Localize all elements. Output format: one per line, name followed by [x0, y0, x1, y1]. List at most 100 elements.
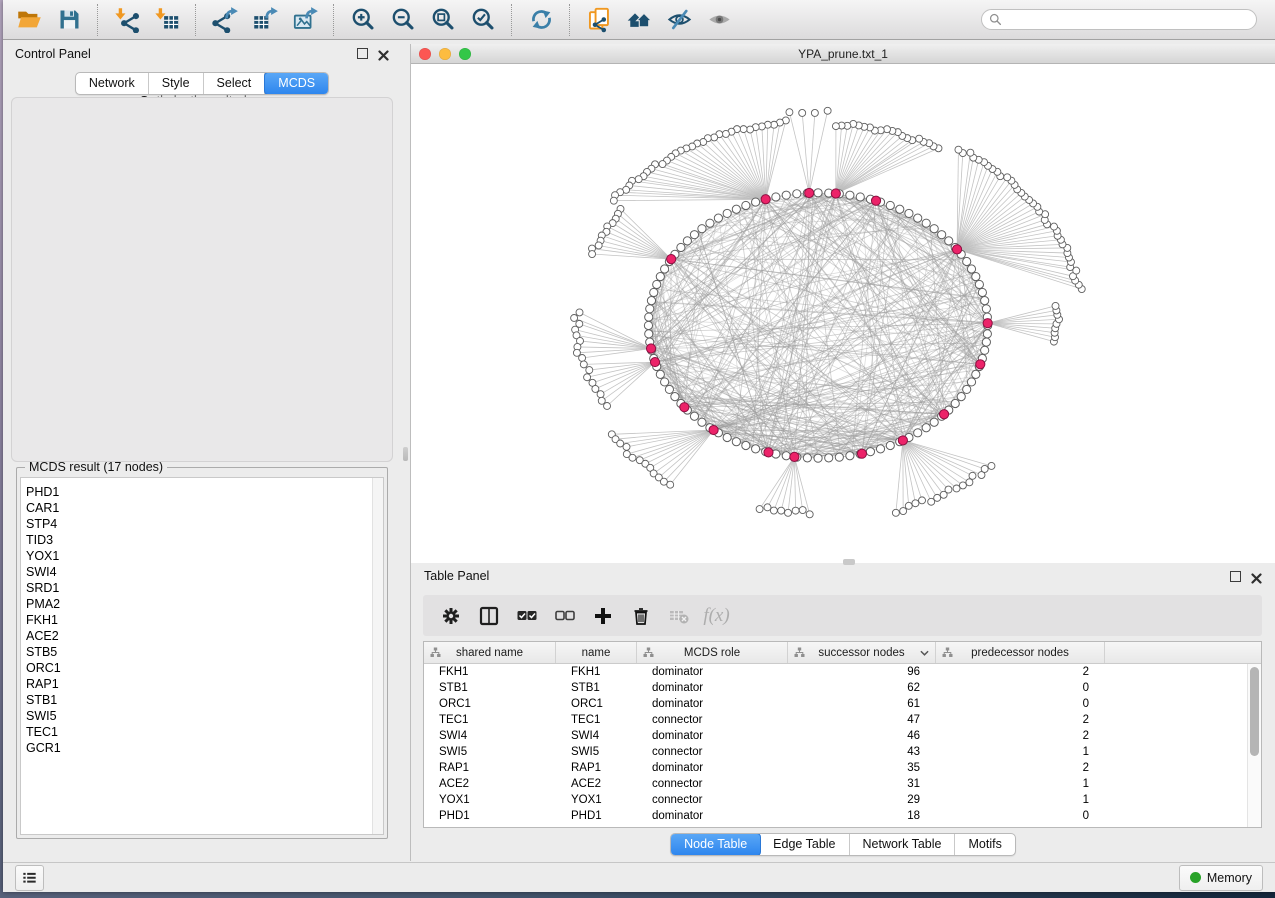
settings-gear-button[interactable] — [435, 600, 466, 631]
mcds-result-node[interactable]: TEC1 — [21, 724, 383, 740]
save-session-icon — [56, 6, 83, 33]
import-network-button[interactable] — [107, 3, 147, 37]
table-row[interactable]: PHD1PHD1dominator180 — [424, 808, 1261, 824]
zoom-out-icon — [390, 6, 417, 33]
memory-button[interactable]: Memory — [1179, 865, 1263, 891]
mcds-result-node[interactable]: ACE2 — [21, 628, 383, 644]
cell-name: FKH1 — [556, 666, 637, 678]
cell-predecessor-nodes: 0 — [936, 810, 1105, 822]
mcds-result-node[interactable]: STB5 — [21, 644, 383, 660]
show-all-networks-button[interactable] — [619, 3, 659, 37]
mcds-result-node[interactable]: YOX1 — [21, 548, 383, 564]
zoom-out-button[interactable] — [383, 3, 423, 37]
deselect-all-rows-button[interactable] — [549, 600, 580, 631]
network-document-button[interactable] — [579, 3, 619, 37]
tab-edge-table[interactable]: Edge Table — [760, 834, 849, 855]
cell-predecessor-nodes: 0 — [936, 698, 1105, 710]
export-image-button[interactable] — [285, 3, 325, 37]
tab-network[interactable]: Network — [76, 73, 149, 94]
zoom-selected-button[interactable] — [463, 3, 503, 37]
mcds-result-node[interactable]: SRD1 — [21, 580, 383, 596]
mcds-result-node[interactable]: RAP1 — [21, 676, 383, 692]
mcds-result-node[interactable]: FKH1 — [21, 612, 383, 628]
network-graph[interactable] — [411, 64, 1275, 563]
delete-column-button[interactable] — [625, 600, 656, 631]
add-column-icon — [592, 605, 614, 627]
shared-column-icon — [430, 647, 441, 658]
close-table-panel-icon[interactable] — [1251, 571, 1262, 582]
mcds-result-node[interactable]: GCR1 — [21, 740, 383, 756]
cell-successor-nodes: 35 — [788, 762, 936, 774]
table-scrollbar[interactable] — [1247, 664, 1261, 827]
shared-column-icon — [643, 647, 654, 658]
zoom-fit-button[interactable] — [423, 3, 463, 37]
column-header-predecessor-nodes[interactable]: predecessor nodes — [936, 642, 1105, 663]
table-row[interactable]: FKH1FKH1dominator962 — [424, 664, 1261, 680]
table-row[interactable]: YOX1YOX1connector291 — [424, 792, 1261, 808]
mcds-result-node[interactable]: PMA2 — [21, 596, 383, 612]
table-row[interactable]: TEC1TEC1connector472 — [424, 712, 1261, 728]
table-row[interactable]: STB1STB1dominator620 — [424, 680, 1261, 696]
cell-MCDS-role: connector — [637, 714, 788, 726]
table-row[interactable]: SWI5SWI5connector431 — [424, 744, 1261, 760]
cell-MCDS-role: dominator — [637, 682, 788, 694]
mcds-result-node[interactable]: SWI5 — [21, 708, 383, 724]
cell-shared-name: SWI4 — [424, 730, 556, 742]
float-panel-icon[interactable] — [357, 48, 368, 59]
tab-network-table[interactable]: Network Table — [850, 834, 956, 855]
mcds-result-node[interactable]: STP4 — [21, 516, 383, 532]
mcds-result-node[interactable]: CAR1 — [21, 500, 383, 516]
node-table: shared name nameMCDS rolesuccessor nodesp… — [423, 641, 1262, 828]
tab-node-table[interactable]: Node Table — [670, 833, 761, 856]
import-table-button[interactable] — [147, 3, 187, 37]
column-header-empty — [1105, 642, 1261, 663]
edge-layer — [648, 193, 987, 458]
cell-name: TEC1 — [556, 714, 637, 726]
export-table-button[interactable] — [245, 3, 285, 37]
column-header-successor-nodes[interactable]: successor nodes — [788, 642, 936, 663]
tab-select[interactable]: Select — [204, 73, 266, 94]
zoom-in-button[interactable] — [343, 3, 383, 37]
shared-column-icon — [794, 647, 805, 658]
mcds-result-list[interactable]: PHD1CAR1STP4TID3YOX1SWI4SRD1PMA2FKH1ACE2… — [20, 477, 384, 835]
search-box[interactable] — [981, 9, 1257, 30]
close-panel-icon[interactable] — [378, 48, 389, 59]
tab-motifs[interactable]: Motifs — [955, 834, 1014, 855]
hide-panel-button[interactable] — [659, 3, 699, 37]
save-session-button[interactable] — [49, 3, 89, 37]
add-column-button[interactable] — [587, 600, 618, 631]
column-layout-button[interactable] — [473, 600, 504, 631]
task-history-button[interactable] — [15, 865, 44, 891]
sort-desc-icon — [920, 650, 929, 656]
result-list-scrollbar[interactable] — [372, 478, 383, 834]
table-scrollbar-thumb[interactable] — [1250, 667, 1259, 756]
float-table-panel-icon[interactable] — [1230, 571, 1241, 582]
export-network-button[interactable] — [205, 3, 245, 37]
open-file-button[interactable] — [9, 3, 49, 37]
mcds-result-node[interactable]: STB1 — [21, 692, 383, 708]
column-header-MCDS-role[interactable]: MCDS role — [637, 642, 788, 663]
splitter-grip[interactable] — [403, 447, 408, 461]
table-row[interactable]: SWI4SWI4dominator462 — [424, 728, 1261, 744]
cell-successor-nodes: 31 — [788, 778, 936, 790]
mcds-result-node[interactable]: ORC1 — [21, 660, 383, 676]
column-header-shared-name[interactable]: shared name — [424, 642, 556, 663]
memory-status-icon — [1190, 872, 1201, 883]
table-row[interactable]: ORC1ORC1dominator610 — [424, 696, 1261, 712]
tab-style[interactable]: Style — [149, 73, 204, 94]
mcds-result-node[interactable]: TID3 — [21, 532, 383, 548]
select-all-rows-button[interactable] — [511, 600, 542, 631]
tab-mcds[interactable]: MCDS — [264, 72, 329, 95]
network-canvas[interactable] — [411, 64, 1275, 563]
refresh-layout-button[interactable] — [521, 3, 561, 37]
column-label: shared name — [456, 647, 523, 659]
mcds-result-node[interactable]: SWI4 — [21, 564, 383, 580]
network-window-titlebar: YPA_prune.txt_1 — [411, 44, 1275, 64]
cell-MCDS-role: dominator — [637, 810, 788, 822]
column-header-name[interactable]: name — [556, 642, 637, 663]
vertical-splitter[interactable] — [401, 41, 410, 861]
mcds-result-node[interactable]: PHD1 — [21, 484, 383, 500]
search-input[interactable] — [1007, 12, 1249, 28]
table-row[interactable]: ACE2ACE2connector311 — [424, 776, 1261, 792]
table-row[interactable]: RAP1RAP1dominator352 — [424, 760, 1261, 776]
